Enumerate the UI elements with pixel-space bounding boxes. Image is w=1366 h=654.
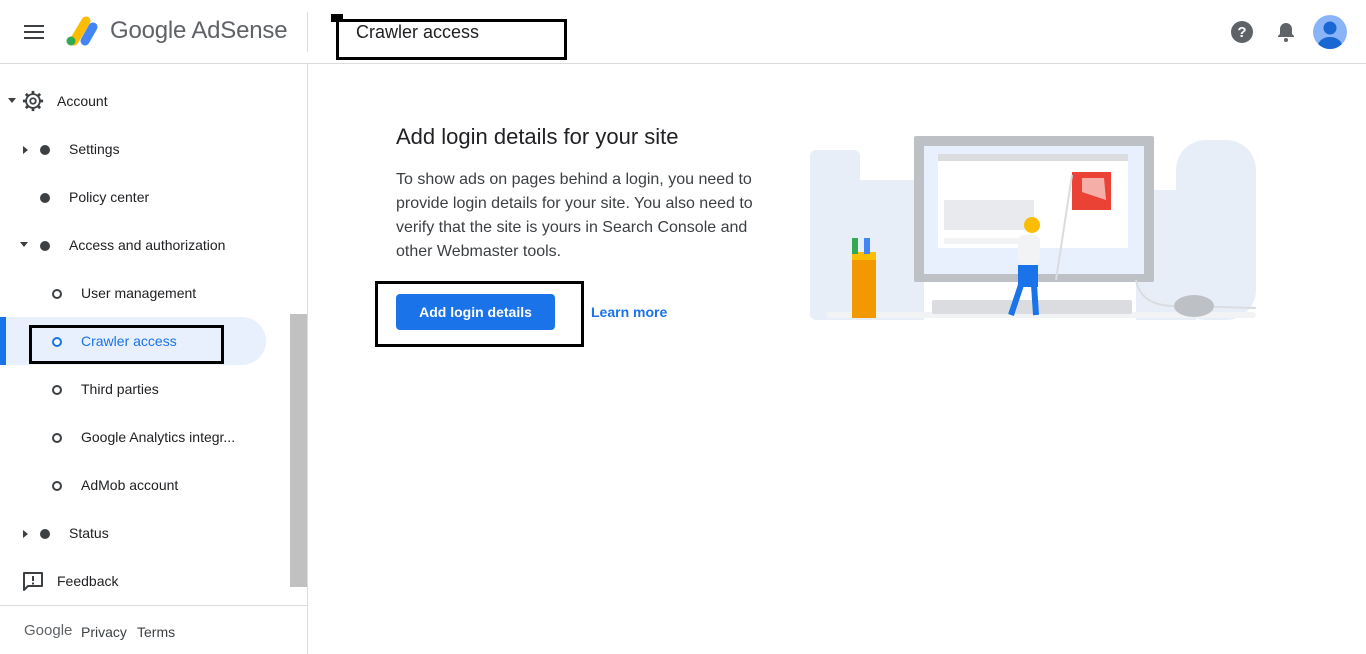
chevron-down-icon (8, 98, 16, 103)
sidebar-item-settings[interactable]: Settings (0, 127, 290, 171)
chevron-down-icon (20, 242, 28, 247)
bell-icon[interactable] (1274, 20, 1298, 44)
sidebar-item-label: Google Analytics integr... (81, 429, 236, 445)
sidebar-item-label: AdMob account (81, 477, 179, 493)
sidebar-item-label: Settings (69, 141, 120, 157)
sidebar-item-policy-center[interactable]: Policy center (0, 175, 290, 219)
help-icon[interactable]: ? (1230, 20, 1254, 44)
sidebar-item-label: Access and authorization (69, 237, 226, 253)
avatar-icon (1318, 21, 1342, 49)
sidebar-item-feedback[interactable]: Feedback (0, 559, 290, 603)
bullet-icon (40, 145, 50, 155)
bullet-outline-icon (52, 385, 62, 395)
sidebar-footer: Google Privacy Terms (0, 605, 307, 654)
sidebar-item-label: Policy center (69, 189, 150, 205)
sidebar-item-label: User management (81, 285, 197, 301)
privacy-link[interactable]: Privacy (81, 624, 127, 640)
main-heading: Add login details for your site (396, 124, 679, 149)
learn-more-link[interactable]: Learn more (591, 304, 667, 320)
crawler-access-highlight (29, 325, 224, 364)
top-app-bar: Google AdSense Crawler access ? (0, 0, 1366, 64)
sidebar-item-google-analytics[interactable]: Google Analytics integr... (0, 415, 290, 459)
google-logo-text: Google (24, 622, 73, 639)
feedback-icon (23, 572, 43, 591)
app-name: Google AdSense (110, 17, 288, 44)
sidebar-item-admob-account[interactable]: AdMob account (0, 463, 290, 507)
page-title: Crawler access (356, 22, 480, 42)
sidebar-item-third-parties[interactable]: Third parties (0, 367, 290, 411)
header-divider (307, 12, 308, 52)
sidebar-item-user-management[interactable]: User management (0, 271, 290, 315)
sidebar-scrollbar[interactable] (290, 314, 307, 587)
bullet-icon (40, 529, 50, 539)
login-illustration (810, 136, 1257, 320)
terms-link[interactable]: Terms (137, 624, 175, 640)
sidebar-item-label: Third parties (81, 381, 159, 397)
account-avatar[interactable] (1313, 15, 1347, 49)
sidebar-item-status[interactable]: Status (0, 511, 290, 555)
chevron-right-icon (23, 530, 28, 538)
sidebar-item-label: Account (57, 93, 108, 109)
sidebar-item-access-and-authorization[interactable]: Access and authorization (0, 223, 290, 267)
bullet-icon (40, 193, 50, 203)
menu-icon[interactable] (22, 20, 46, 44)
svg-text:?: ? (1237, 24, 1246, 41)
sidebar: Account Settings Policy center Access an… (0, 64, 308, 654)
sidebar-item-label: Status (69, 525, 109, 541)
bullet-icon (40, 241, 50, 251)
add-login-details-button[interactable]: Add login details (396, 294, 555, 330)
gear-icon (22, 90, 44, 112)
bullet-outline-icon (52, 289, 62, 299)
sidebar-item-account[interactable]: Account (0, 79, 290, 123)
main-description: To show ads on pages behind a login, you… (396, 171, 753, 260)
bullet-outline-icon (52, 433, 62, 443)
adsense-logo-icon (66, 16, 98, 46)
sidebar-item-label: Feedback (57, 573, 119, 589)
chevron-right-icon (23, 146, 28, 154)
bullet-outline-icon (52, 481, 62, 491)
